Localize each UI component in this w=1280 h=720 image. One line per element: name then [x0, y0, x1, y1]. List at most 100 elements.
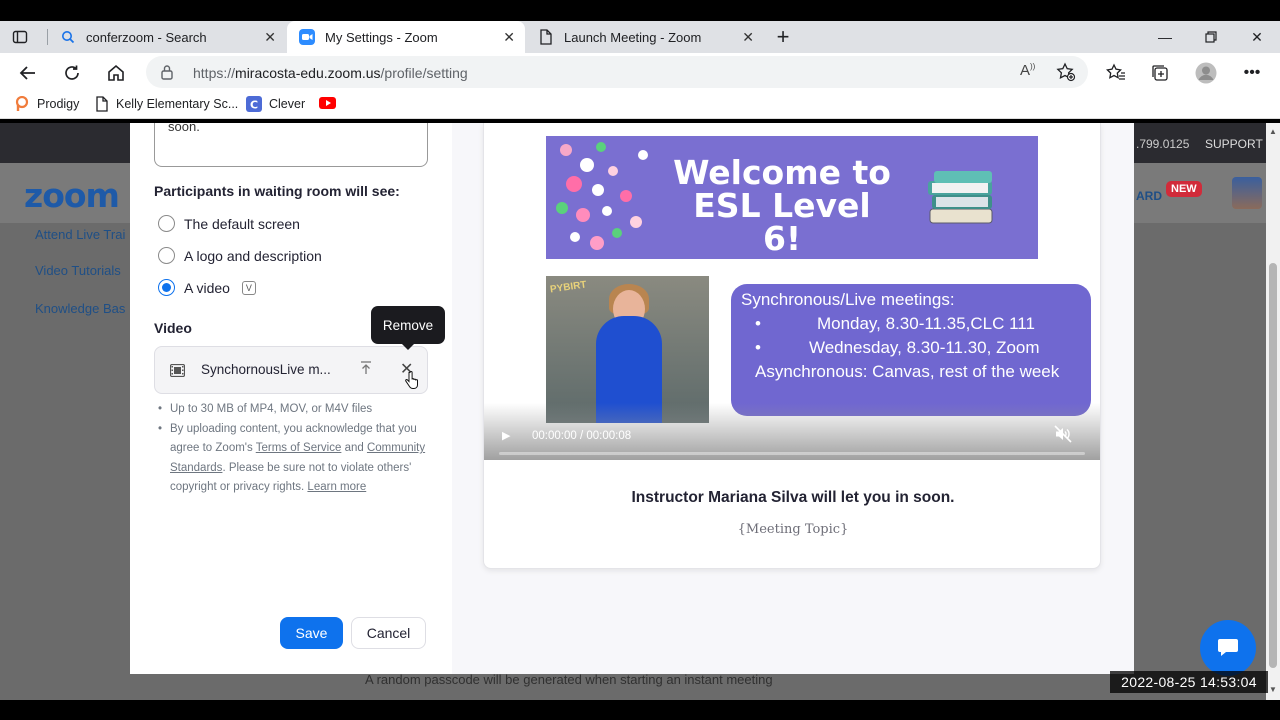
collections-icon: [1152, 65, 1168, 81]
birthday-banner-text: PYBIRT: [549, 279, 588, 296]
profile-button[interactable]: [1194, 61, 1218, 85]
side-link-knowledge-base[interactable]: Knowledge Bas: [35, 301, 125, 316]
settings-more-button[interactable]: •••: [1240, 61, 1264, 85]
read-aloud-icon[interactable]: A)): [1020, 62, 1035, 79]
radio-button[interactable]: [158, 215, 175, 232]
search-icon: [60, 29, 76, 45]
banner-title: Welcome to ESL Level 6!: [672, 156, 892, 255]
tab-launch-meeting[interactable]: Launch Meeting - Zoom ✕: [526, 21, 764, 53]
url-domain: miracosta-edu.zoom.us: [235, 65, 381, 81]
close-tab-icon[interactable]: ✕: [264, 29, 276, 46]
scroll-down-icon[interactable]: ▼: [1269, 685, 1277, 694]
schedule-item-text: Monday, 8.30-11.35,CLC 111: [816, 314, 1035, 333]
prodigy-icon: [14, 96, 30, 112]
schedule-box: Synchronous/Live meetings: • Monday, 8.30…: [731, 284, 1091, 416]
restore-button[interactable]: [1188, 21, 1234, 53]
video-timecode: 00:00:00 / 00:00:08: [532, 430, 632, 442]
minimize-button[interactable]: —: [1142, 21, 1188, 53]
instructor-message: Instructor Mariana Silva will let you in…: [631, 489, 955, 506]
url-scheme: https://: [193, 65, 236, 81]
film-icon: [169, 363, 186, 382]
bookmark-clever[interactable]: C Clever: [246, 96, 305, 112]
scroll-thumb[interactable]: [1269, 263, 1277, 668]
uploaded-video-item: SynchornousLive m... ✕: [154, 346, 428, 394]
replace-upload-icon[interactable]: [360, 361, 372, 378]
new-badge: NEW: [1166, 181, 1202, 197]
address-bar[interactable]: https://miracosta-edu.zoom.us/profile/se…: [146, 56, 1088, 88]
muted-speaker-icon[interactable]: [1054, 425, 1072, 448]
upload-notes: Up to 30 MB of MP4, MOV, or M4V files By…: [158, 400, 430, 498]
side-link-attend-live-training[interactable]: Attend Live Trai: [35, 227, 125, 242]
minimize-icon: —: [1158, 29, 1172, 45]
dialog-settings-column: soon. Participants in waiting room will …: [130, 123, 452, 674]
bookmark-youtube[interactable]: [319, 97, 343, 109]
chat-button[interactable]: [1200, 620, 1256, 676]
option-logo-description[interactable]: A logo and description: [158, 247, 322, 264]
tab-conferzoom-search[interactable]: conferzoom - Search ✕: [48, 21, 286, 53]
bottom-letterbox: [0, 700, 1280, 720]
refresh-icon: [65, 65, 79, 80]
back-button[interactable]: [16, 61, 40, 85]
support-phone: .799.0125: [1136, 137, 1190, 151]
banner-line: ESL Level 6!: [693, 186, 871, 258]
tab-actions-icon: [12, 29, 28, 45]
back-arrow-icon: [19, 66, 35, 80]
whiteboard-link[interactable]: ARD: [1136, 189, 1162, 203]
home-button[interactable]: [104, 61, 128, 85]
page-icon: [95, 96, 109, 112]
cancel-button[interactable]: Cancel: [351, 617, 426, 649]
clever-icon: C: [246, 96, 262, 112]
save-button[interactable]: Save: [280, 617, 343, 649]
description-text: soon.: [168, 123, 200, 134]
bookmark-prodigy[interactable]: Prodigy: [14, 96, 79, 112]
passcode-note: A random passcode will be generated when…: [365, 672, 773, 687]
collections-button[interactable]: [1148, 61, 1172, 85]
radio-button[interactable]: [158, 247, 175, 264]
bookmark-label: Prodigy: [37, 97, 80, 111]
waiting-room-label: Participants in waiting room will see:: [154, 183, 400, 199]
bookmarks-bar: Prodigy Kelly Elementary Sc... C Clever: [0, 91, 1280, 119]
option-label: The default screen: [184, 215, 300, 232]
close-tab-icon[interactable]: ✕: [742, 29, 754, 46]
profile-avatar-icon: [1195, 62, 1217, 84]
refresh-button[interactable]: [60, 61, 84, 85]
note-text: and: [341, 442, 367, 454]
video-info-icon[interactable]: V: [241, 280, 256, 295]
schedule-title: Synchronous/Live meetings:: [741, 290, 955, 309]
page-scrollbar[interactable]: ▲ ▼: [1266, 123, 1280, 700]
play-icon[interactable]: ▶: [502, 429, 510, 442]
side-link-video-tutorials[interactable]: Video Tutorials: [35, 263, 121, 278]
close-tab-icon[interactable]: ✕: [503, 29, 515, 46]
video-file-name: SynchornousLive m...: [201, 362, 331, 377]
video-controls: ▶ 00:00:00 / 00:00:08: [484, 403, 1100, 460]
option-video[interactable]: A video V: [158, 279, 256, 296]
scroll-up-icon[interactable]: ▲: [1269, 127, 1277, 136]
new-tab-button[interactable]: +: [765, 21, 801, 53]
zoom-logo: zoom: [24, 176, 120, 215]
tab-title: Launch Meeting - Zoom: [564, 29, 702, 45]
size-limit-note: Up to 30 MB of MP4, MOV, or M4V files: [158, 400, 430, 420]
option-default-screen[interactable]: The default screen: [158, 215, 300, 232]
terms-of-service-link[interactable]: Terms of Service: [256, 442, 342, 454]
home-icon: [108, 64, 124, 81]
bookmark-kelly-elementary[interactable]: Kelly Elementary Sc...: [95, 96, 238, 112]
learn-more-link[interactable]: Learn more: [307, 481, 366, 493]
add-favorite-icon[interactable]: [1056, 62, 1076, 87]
tab-my-settings[interactable]: My Settings - Zoom ✕: [287, 21, 525, 53]
schedule-item-text: Wednesday, 8.30-11.30, Zoom: [808, 338, 1040, 357]
tab-actions-button[interactable]: [0, 21, 46, 53]
svg-text:C: C: [250, 99, 258, 112]
chat-bubble-icon: [1218, 639, 1238, 656]
navigation-bar: https://miracosta-edu.zoom.us/profile/se…: [0, 53, 1280, 91]
recording-timestamp: 2022-08-25 14:53:04: [1110, 671, 1268, 693]
video-player[interactable]: Welcome to ESL Level 6! PYBIRT Synchrono…: [484, 123, 1100, 460]
avatar[interactable]: [1232, 177, 1262, 209]
close-window-button[interactable]: ✕: [1234, 21, 1280, 53]
schedule-item: • Monday, 8.30-11.35,CLC 111: [755, 314, 1035, 333]
hand-cursor-icon: [405, 371, 419, 396]
video-progress-bar[interactable]: [499, 452, 1085, 455]
description-textarea[interactable]: soon.: [154, 123, 428, 167]
favorites-button[interactable]: [1104, 61, 1128, 85]
support-link[interactable]: SUPPORT: [1205, 137, 1263, 151]
radio-button-selected[interactable]: [158, 279, 175, 296]
